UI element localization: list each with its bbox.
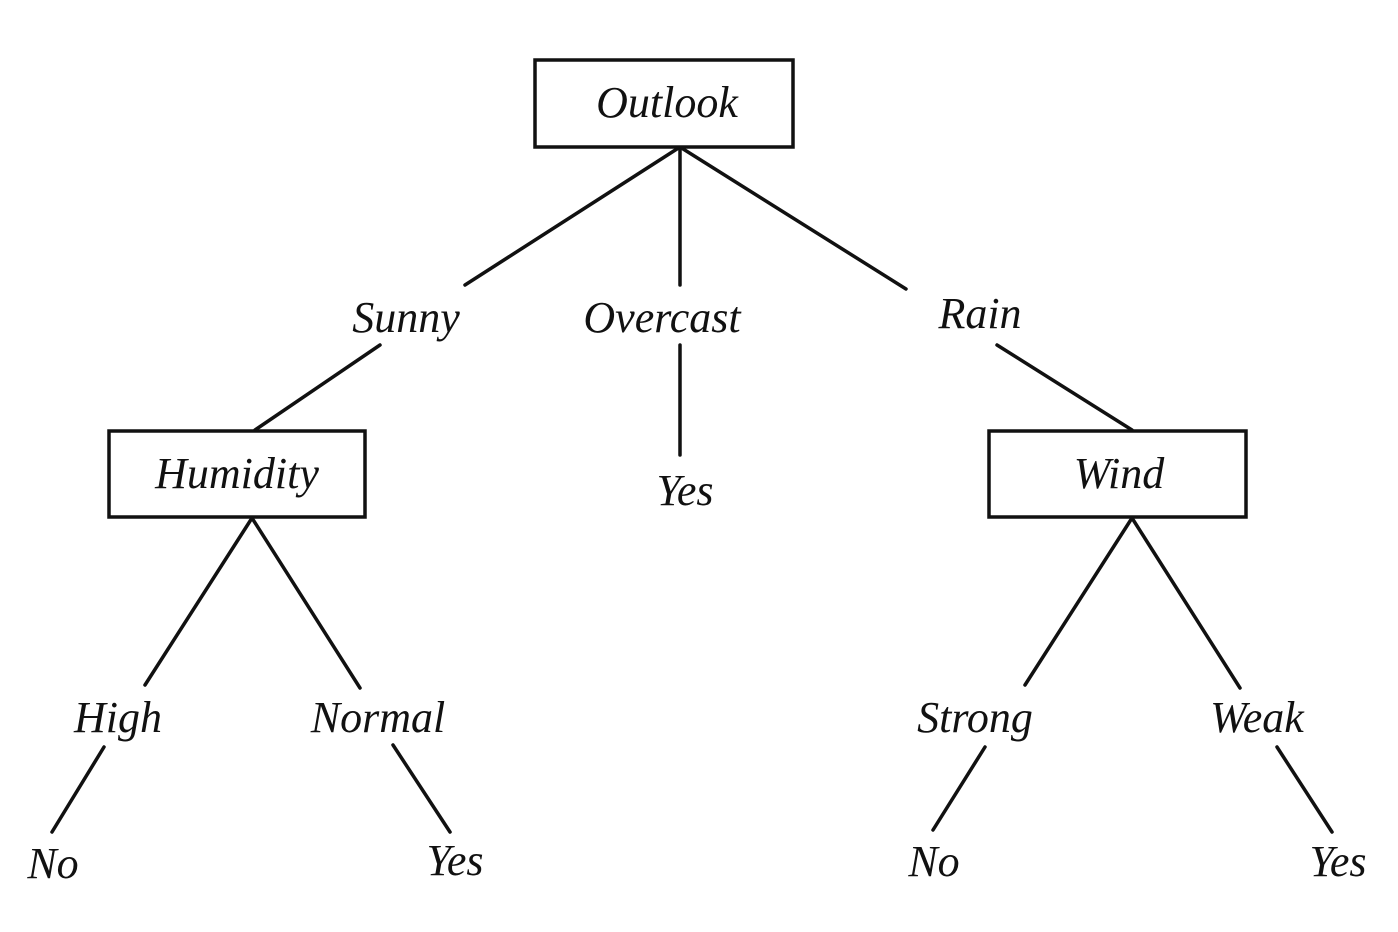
edge-weak-yes [1275, 745, 1334, 834]
edge-high-no [50, 745, 106, 834]
node-outlook: Outlook [533, 58, 795, 149]
branch-label-rain: Rain [937, 289, 1021, 338]
node-humidity-label: Humidity [154, 449, 319, 498]
edge-sunny-humidity [253, 343, 382, 432]
leaf-overcast-yes: Yes [656, 466, 713, 515]
edge-humidity-high [143, 516, 254, 687]
branch-label-high: High [73, 693, 162, 742]
edge-outlook-sunny [463, 145, 682, 287]
branch-label-sunny: Sunny [352, 293, 460, 342]
edge-wind-weak [1130, 516, 1242, 690]
leaf-normal-yes: Yes [426, 836, 483, 885]
edge-outlook-rain [678, 145, 908, 291]
branch-label-normal: Normal [310, 693, 445, 742]
node-humidity: Humidity [107, 429, 367, 519]
leaf-weak-yes: Yes [1309, 837, 1366, 886]
branch-label-overcast: Overcast [583, 293, 742, 342]
edge-normal-yes [391, 743, 452, 834]
node-wind: Wind [987, 429, 1248, 519]
edge-rain-wind [995, 343, 1134, 432]
decision-tree-diagram: Outlook Humidity Wind Sunny Overcast Rai… [26, 58, 1367, 888]
branch-label-strong: Strong [917, 693, 1033, 742]
leaf-strong-no: No [907, 837, 959, 886]
leaf-high-no: No [26, 839, 78, 888]
edge-wind-strong [1023, 516, 1134, 687]
branch-label-weak: Weak [1210, 693, 1305, 742]
node-outlook-label: Outlook [596, 78, 739, 127]
edge-strong-no [931, 745, 987, 832]
node-wind-label: Wind [1074, 449, 1165, 498]
edge-humidity-normal [250, 516, 362, 690]
